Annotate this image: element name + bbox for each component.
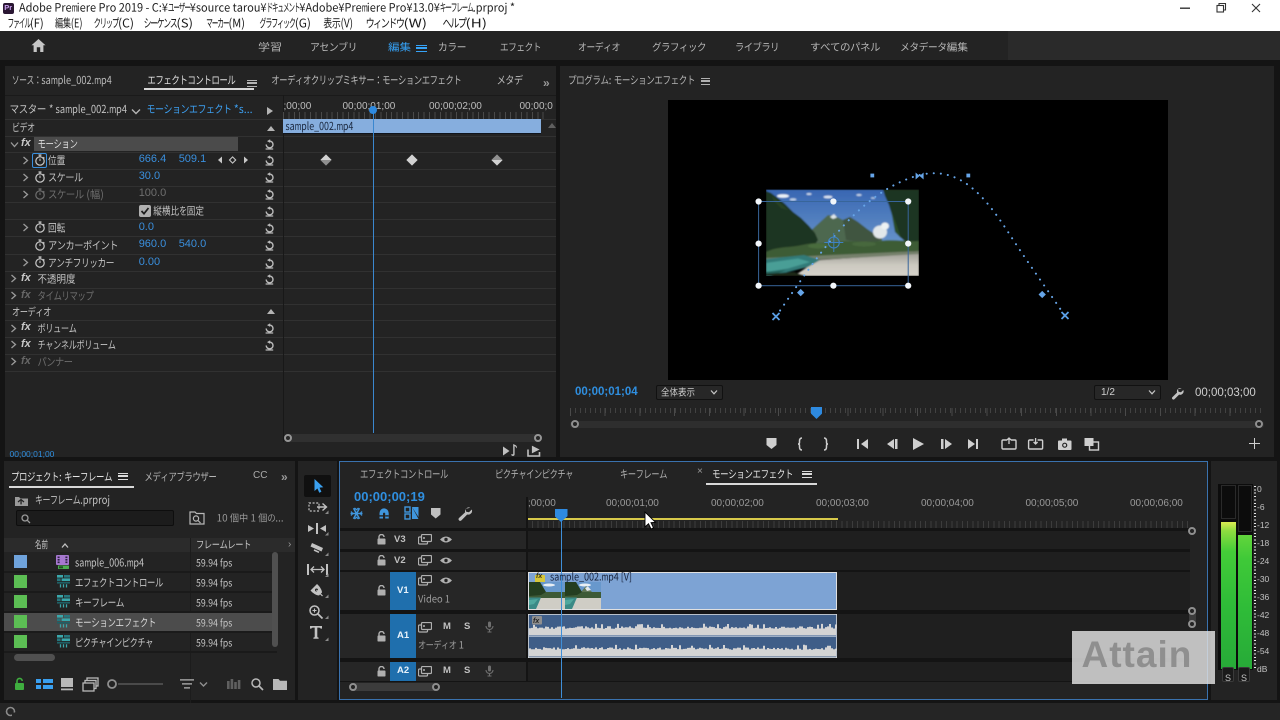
svg-text:fx: fx (533, 618, 540, 625)
